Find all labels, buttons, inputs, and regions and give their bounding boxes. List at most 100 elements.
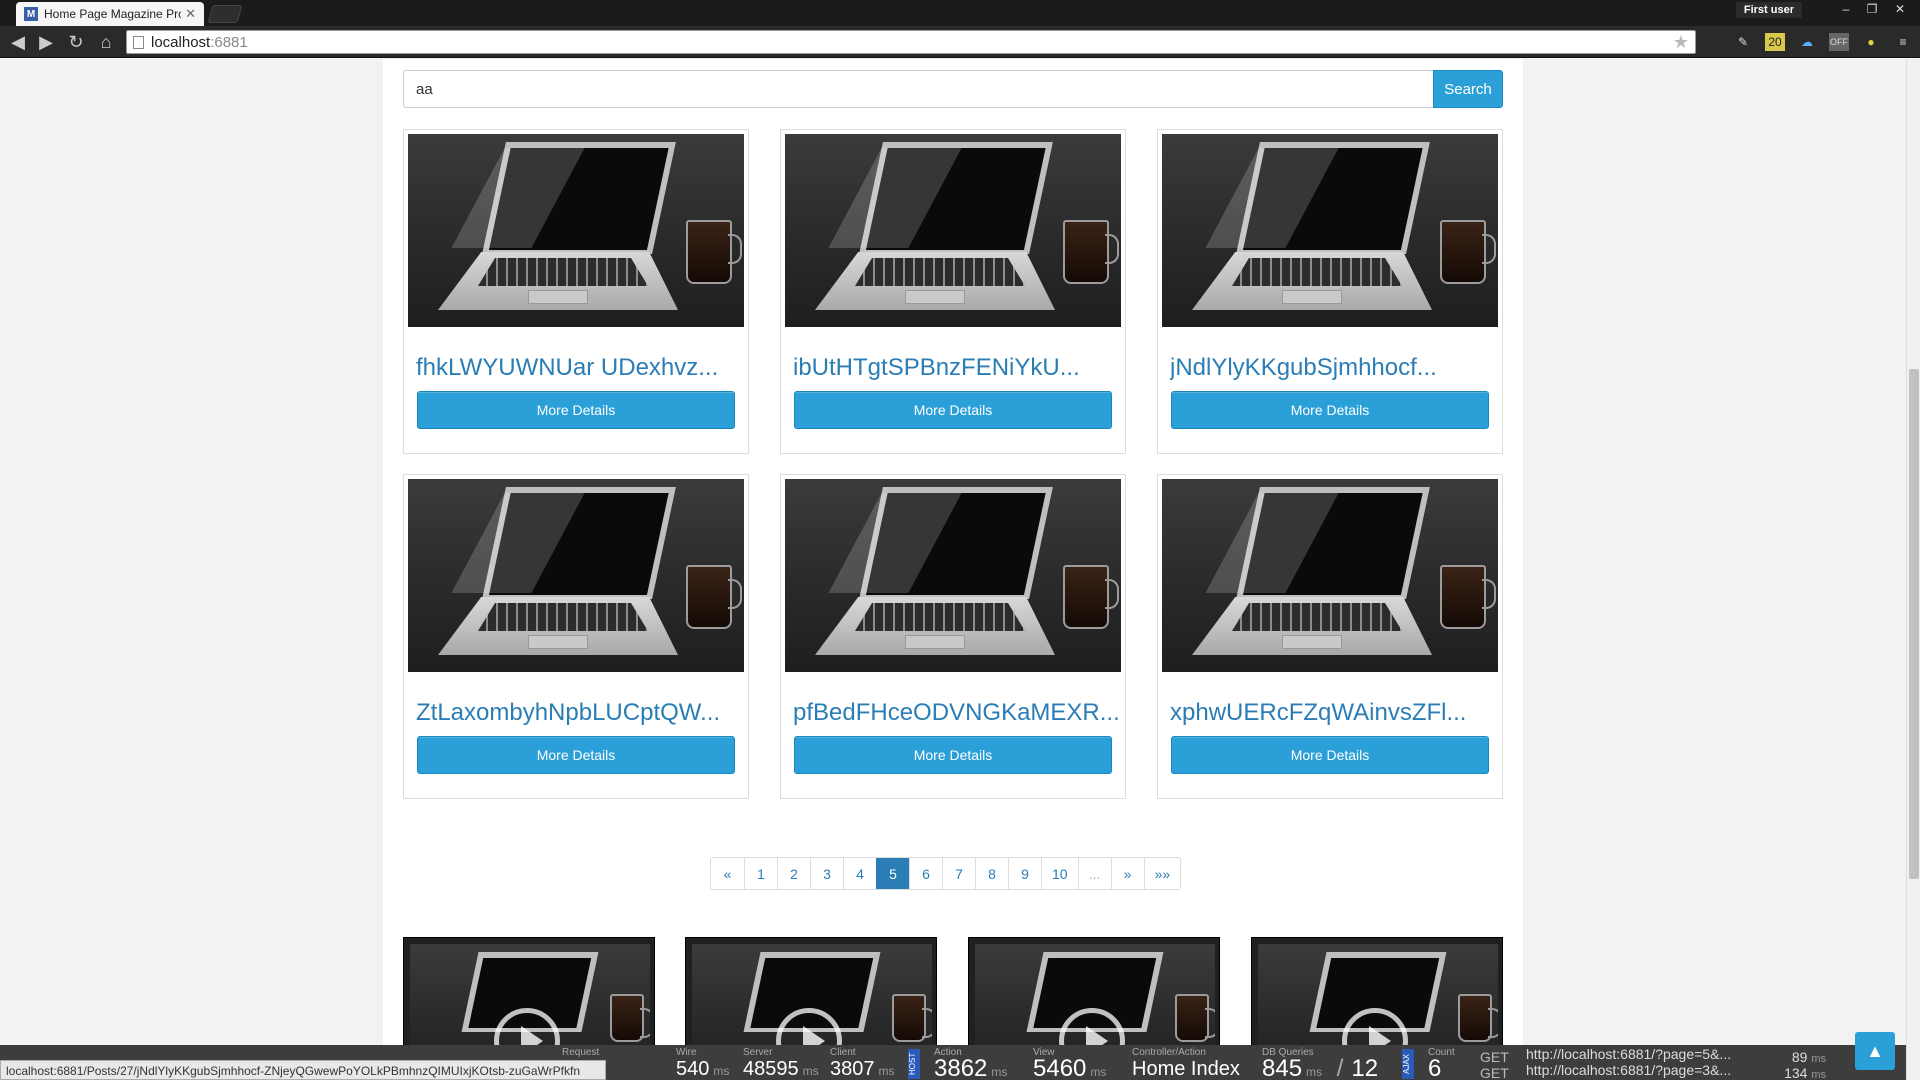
coffee-glass [1063,565,1119,629]
laptop-trackpad [528,290,588,304]
post-thumbnail[interactable] [1162,134,1498,327]
off-extension-icon[interactable]: OFF [1829,33,1849,51]
search-button[interactable]: Search [1433,70,1503,108]
coffee-glass [1440,565,1496,629]
scrollbar-thumb[interactable] [1909,369,1919,879]
coffee-glass [1063,220,1119,284]
pen-extension-icon[interactable]: ✎ [1733,33,1753,51]
laptop-trackpad [905,635,965,649]
post-title[interactable]: xphwUERcFZqWAinvsZFl... [1170,699,1500,727]
post-card: fhkLWYUWNUar UDexhvz... More Details [403,129,749,454]
controller-value: Home Index [1132,1058,1240,1080]
metric-value: 48595 ms [743,1058,819,1080]
forward-arrow-icon[interactable]: ▶ [34,30,58,54]
new-tab-button[interactable] [207,5,243,23]
minimize-icon[interactable]: – [1834,0,1858,18]
more-details-button[interactable]: More Details [1171,391,1489,429]
laptop-trackpad [905,290,965,304]
post-title[interactable]: fhkLWYUWNUar UDexhvz... [416,354,746,382]
server-value: 48595 [743,1058,799,1080]
ajax-url: http://localhost:6881/?page=3&... [1526,1062,1732,1078]
more-details-button[interactable]: More Details [794,736,1112,774]
page-link[interactable]: 3 [810,858,843,889]
page-viewport: Search fhkLWYUWNUar UDexhvz... More Detai… [0,59,1906,1080]
post-thumbnail[interactable] [785,479,1121,672]
post-card: ibUtHTgtSPBnzFENiYkU... More Details [780,129,1126,454]
tab-title: Home Page Magazine Pro [44,7,182,21]
metric-label: Wire [676,1047,697,1058]
page-link[interactable]: »» [1143,858,1181,889]
action-value: 3862 [934,1055,988,1080]
search-input[interactable] [403,70,1433,108]
post-title[interactable]: pfBedFHceODVNGKaMEXR... [793,699,1123,727]
page-link[interactable]: 10 [1041,858,1078,889]
status-bar-url: localhost:6881/Posts/27/jNdlYlyKKgubSjmh… [0,1060,606,1080]
more-details-button[interactable]: More Details [417,736,735,774]
metric-label: Client [830,1047,856,1058]
unit: ms [802,1064,819,1078]
profile-user-label[interactable]: First user [1735,2,1802,18]
unit: ms [878,1064,895,1078]
ajax-time: 134 [1784,1065,1808,1080]
post-thumbnail[interactable] [785,134,1121,327]
counter-extension-icon[interactable]: 20 [1765,33,1785,51]
page-link[interactable]: « [711,858,744,889]
laptop-trackpad [1282,635,1342,649]
db-time: 845 [1262,1055,1303,1080]
db-count: 12 [1351,1055,1379,1080]
page-link[interactable]: 4 [843,858,876,889]
reload-icon[interactable]: ↻ [64,30,88,54]
metric-value: 3862 ms [934,1055,1007,1080]
host-tag: HOST [908,1049,920,1079]
unit: ms [991,1065,1008,1079]
page-link[interactable]: 7 [942,858,975,889]
post-thumbnail[interactable] [408,134,744,327]
page-icon [133,36,144,49]
menu-icon[interactable]: ≡ [1893,33,1913,51]
more-details-button[interactable]: More Details [1171,736,1489,774]
page-link[interactable]: 5 [876,858,909,889]
scroll-to-top-button[interactable]: ▲ [1855,1032,1895,1070]
page-link[interactable]: 8 [975,858,1008,889]
post-card: pfBedFHceODVNGKaMEXR... More Details [780,474,1126,799]
post-card: xphwUERcFZqWAinvsZFl... More Details [1157,474,1503,799]
metric-value: 5460 ms [1033,1055,1106,1080]
tab-close-icon[interactable]: ✕ [185,6,196,22]
page-link[interactable]: 6 [909,858,942,889]
post-title[interactable]: jNdlYlyKKgubSjmhhocf... [1170,354,1500,382]
address-bar[interactable]: localhost:6881 ★ [126,30,1696,54]
url-port: :6881 [210,33,248,51]
search-bar: Search [403,70,1503,108]
laptop-trackpad [528,635,588,649]
ajax-tag: AJAX [1402,1049,1414,1079]
back-arrow-icon[interactable]: ◀ [6,30,30,54]
unit: ms [713,1064,730,1078]
more-details-button[interactable]: More Details [417,391,735,429]
metric-value: 540 ms [676,1058,729,1080]
close-window-icon[interactable]: ✕ [1888,0,1912,18]
page-link[interactable]: 2 [777,858,810,889]
bookmark-star-icon[interactable]: ★ [1673,32,1689,53]
home-icon[interactable]: ⌂ [94,30,118,54]
cloud-extension-icon[interactable]: ☁ [1797,33,1817,51]
unit: ms [1811,1069,1826,1080]
post-title[interactable]: ibUtHTgtSPBnzFENiYkU... [793,354,1123,382]
more-details-button[interactable]: More Details [794,391,1112,429]
separator: / [1336,1055,1344,1080]
laptop-keyboard [855,258,1025,286]
browser-tab[interactable]: M Home Page Magazine Pro ✕ [16,2,204,26]
post-title[interactable]: ZtLaxombyhNpbLUCptQW... [416,699,746,727]
metric-request-label: Request [562,1047,600,1058]
laptop-keyboard [1232,603,1402,631]
pagination: «1 2 3 4 5 6 7 8 9 10...»»» [710,857,1182,890]
page-link[interactable]: 1 [744,858,777,889]
restore-icon[interactable]: ❐ [1860,0,1884,18]
ajax-request-row[interactable]: GET http://localhost:6881/?page=3&... 134 … [1480,1062,1826,1080]
post-thumbnail[interactable] [408,479,744,672]
page-link[interactable]: 9 [1008,858,1041,889]
post-thumbnail[interactable] [1162,479,1498,672]
page-scrollbar[interactable] [1906,59,1920,1080]
smiley-extension-icon[interactable]: ● [1861,33,1881,51]
page-link[interactable]: » [1110,858,1144,889]
browser-toolbar: ◀ ▶ ↻ ⌂ localhost:6881 ★ [0,26,1920,58]
